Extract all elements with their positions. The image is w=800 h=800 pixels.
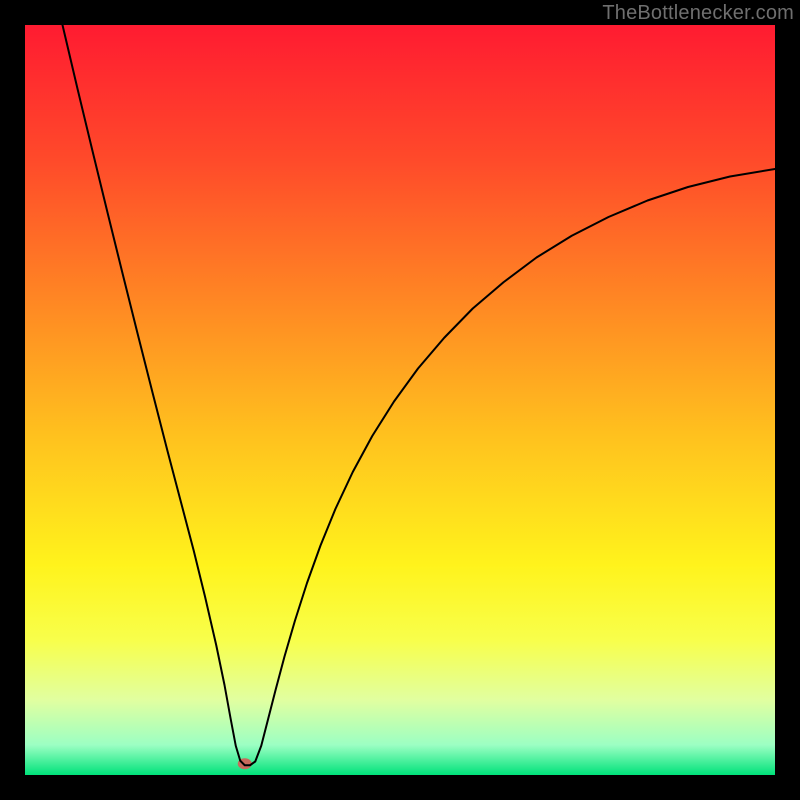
gradient-background [25,25,775,775]
plot-area [25,25,775,775]
chart-stage: TheBottlenecker.com [0,0,800,800]
watermark-text: TheBottlenecker.com [602,2,794,25]
chart-svg [25,25,775,775]
